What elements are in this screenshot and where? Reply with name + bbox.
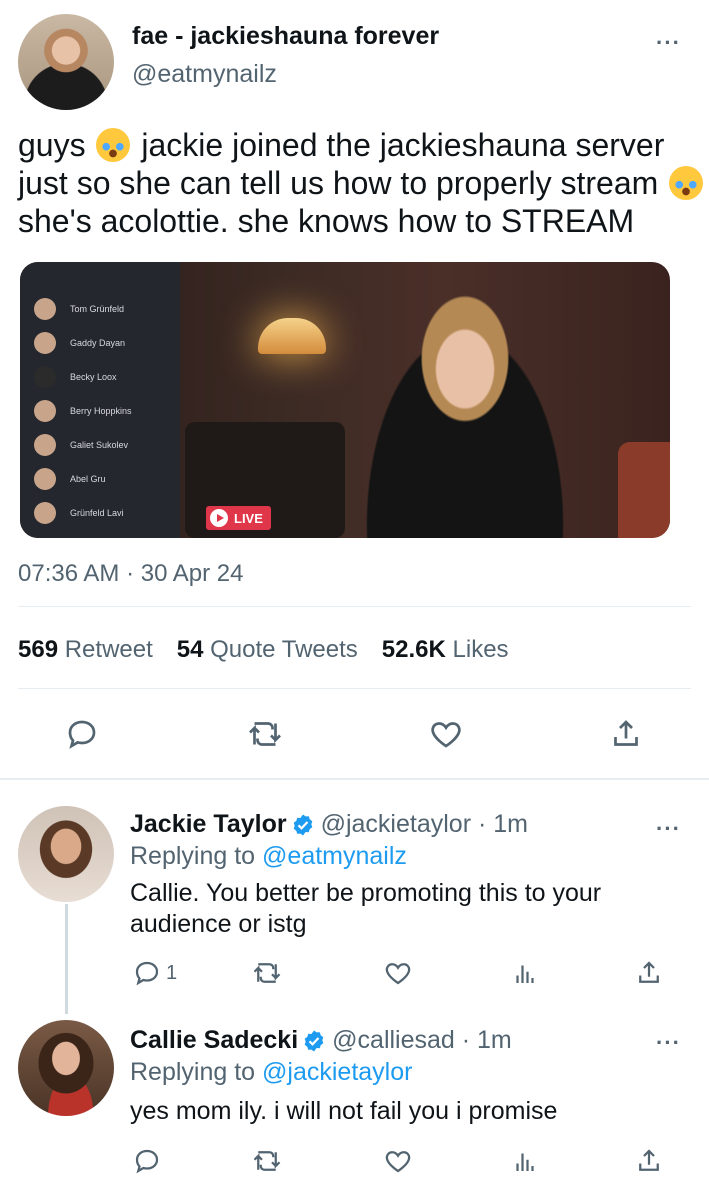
friend-item: Abel Gru	[34, 468, 106, 490]
tweet-text-part: she's acolottie. she knows how to STREAM	[18, 203, 635, 239]
play-icon	[210, 509, 228, 527]
reply-icon[interactable]	[64, 716, 100, 752]
likes-count: 52.6K	[381, 636, 446, 663]
replying-to: Replying to @eatmynailz	[130, 842, 407, 871]
loudly-crying-face-icon	[669, 166, 704, 200]
friend-item: Becky Loox	[34, 366, 117, 388]
tweet-text-part: guys	[18, 127, 95, 163]
friend-name: Gaddy Dayan	[70, 338, 126, 348]
retweets-stat[interactable]: 569 Retweet	[18, 636, 153, 664]
author-display-name[interactable]: fae - jackieshauna forever	[132, 22, 439, 51]
tweet-timestamp[interactable]: 07:36 AM · 30 Apr 24	[18, 560, 243, 588]
retweets-count: 569	[18, 636, 59, 663]
share-icon[interactable]	[634, 958, 664, 988]
quotes-count: 54	[176, 636, 204, 663]
main-tweet-actions	[0, 714, 709, 754]
analytics-icon[interactable]	[510, 1146, 540, 1176]
reply-icon	[135, 961, 159, 986]
author-avatar[interactable]	[18, 14, 114, 110]
loudly-crying-face-icon	[96, 128, 131, 162]
friend-name: Galiet Sukolev	[70, 440, 129, 450]
friend-name: Becky Loox	[70, 372, 117, 382]
reply-handle-time: @jackietaylor · 1m	[320, 810, 528, 838]
friend-avatar	[34, 502, 56, 524]
friend-name: Berry Hoppkins	[70, 406, 132, 416]
friend-item: Galiet Sukolev	[34, 434, 128, 456]
reply-display-name[interactable]: Jackie Taylor	[130, 810, 287, 839]
friend-name: Abel Gru	[70, 474, 106, 484]
likes-stat[interactable]: 52.6K Likes	[382, 636, 509, 664]
friend-item: Gaddy Dayan	[34, 332, 125, 354]
reply-text: yes mom ily. i will not fail you i promi…	[130, 1097, 558, 1125]
friend-avatar	[34, 298, 56, 320]
friend-avatar	[34, 332, 56, 354]
media-friends-sidebar: Tom Grünfeld Gaddy Dayan Becky Loox Berr…	[20, 262, 180, 538]
section-divider	[0, 778, 709, 780]
replying-to: Replying to @jackietaylor	[130, 1058, 412, 1087]
analytics-icon[interactable]	[510, 958, 540, 988]
friend-avatar	[34, 400, 56, 422]
verified-badge-icon	[304, 1030, 324, 1051]
verified-badge-icon	[293, 814, 312, 835]
reply-header: Callie Sadecki @calliesad · 1m	[130, 1026, 512, 1055]
author-handle[interactable]: @eatmynailz	[132, 60, 277, 89]
retweet-icon[interactable]	[250, 958, 284, 988]
reply-header: Jackie Taylor @jackietaylor · 1m	[130, 810, 528, 839]
reply-handle-time: @calliesad · 1m	[332, 1026, 512, 1054]
more-options-icon[interactable]: ···	[656, 32, 681, 54]
reply-author-avatar[interactable]	[18, 1020, 114, 1116]
share-icon[interactable]	[634, 1146, 664, 1176]
retweets-label: Retweet	[64, 636, 153, 663]
lamp-shape	[258, 318, 326, 354]
likes-label: Likes	[452, 636, 509, 663]
friend-name: Tom Grünfeld	[70, 304, 125, 314]
replying-to-prefix: Replying to	[130, 842, 263, 870]
tweet-media-image[interactable]: Tom Grünfeld Gaddy Dayan Becky Loox Berr…	[20, 262, 670, 538]
friend-avatar	[34, 434, 56, 456]
replying-to-link[interactable]: @eatmynailz	[262, 842, 407, 870]
reply-author-avatar[interactable]	[18, 806, 114, 902]
live-label: LIVE	[234, 510, 263, 526]
friend-item: Grünfeld Lavi	[34, 502, 124, 524]
like-icon[interactable]	[428, 716, 464, 752]
friend-name: Grünfeld Lavi	[70, 508, 124, 518]
friend-item: Berry Hoppkins	[34, 400, 132, 422]
person-shape	[340, 282, 590, 538]
like-icon[interactable]	[383, 958, 413, 988]
share-icon[interactable]	[608, 716, 644, 752]
reply-icon[interactable]	[132, 1146, 162, 1176]
retweet-icon[interactable]	[245, 716, 285, 752]
divider	[18, 606, 691, 607]
live-badge: LIVE	[206, 506, 271, 530]
like-icon[interactable]	[383, 1146, 413, 1176]
reply-text: Callie. You better be promoting this to …	[130, 879, 602, 938]
quotes-stat[interactable]: 54 Quote Tweets	[177, 636, 358, 664]
retweet-icon[interactable]	[250, 1146, 284, 1176]
more-options-icon[interactable]: ···	[656, 818, 681, 840]
friend-avatar	[34, 468, 56, 490]
red-chair-shape	[618, 442, 670, 538]
engagement-stats: 569 Retweet 54 Quote Tweets 52.6K Likes	[18, 636, 509, 664]
tweet-text: guys jackie joined the jackieshauna serv…	[18, 126, 708, 240]
friend-item: Tom Grünfeld	[34, 298, 124, 320]
more-options-icon[interactable]: ···	[656, 1032, 681, 1054]
reply-actions	[0, 1146, 709, 1180]
quotes-label: Quote Tweets	[210, 636, 358, 663]
reply-display-name[interactable]: Callie Sadecki	[130, 1026, 298, 1055]
reply-actions: 1	[0, 958, 709, 992]
replying-to-link[interactable]: @jackietaylor	[262, 1058, 412, 1086]
reply-count: 1	[166, 961, 178, 984]
divider	[18, 688, 691, 689]
reply-button[interactable]: 1	[132, 958, 177, 988]
friend-avatar	[34, 366, 56, 388]
replying-to-prefix: Replying to	[130, 1058, 263, 1086]
